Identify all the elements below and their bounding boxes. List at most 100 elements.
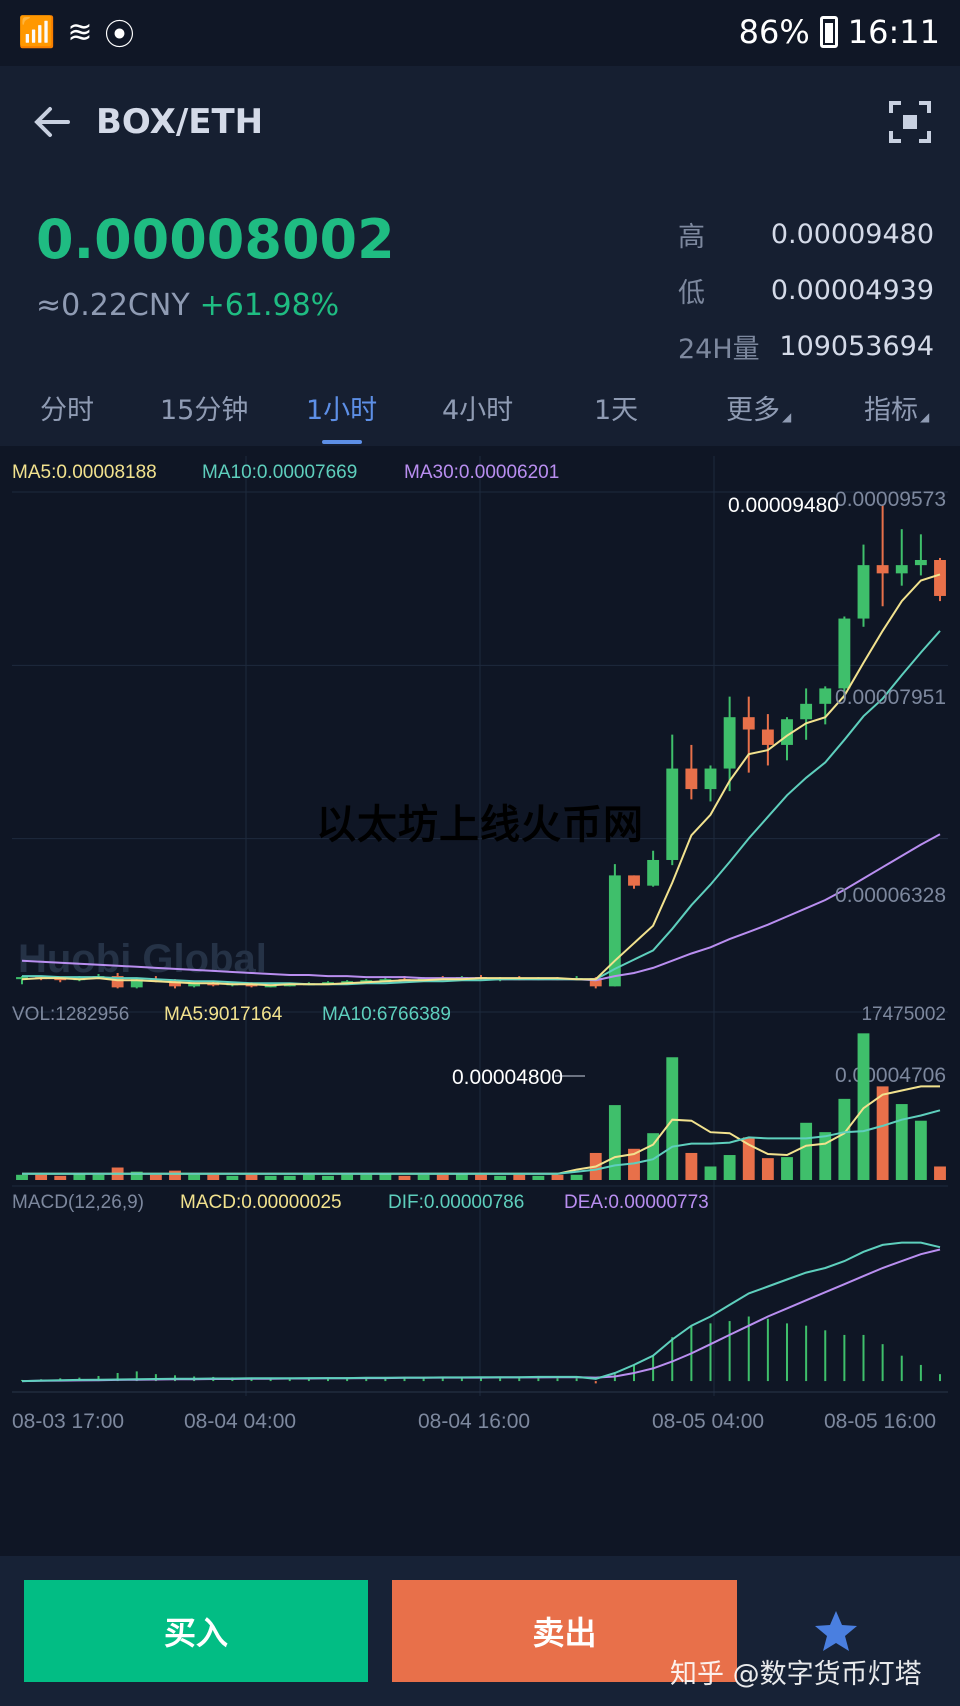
time-axis-label: 08-04 16:00 [418, 1410, 530, 1433]
macd-value-legend: MACD:0.00000025 [180, 1192, 342, 1213]
volume-bar [398, 1175, 411, 1180]
tab-timeline[interactable]: 分时 [40, 388, 94, 427]
status-bar: 📶 ≋ ⦿ 86% 16:11 [0, 0, 960, 66]
back-arrow-icon[interactable] [30, 100, 74, 144]
tab-indicators[interactable]: 指标 ◢ [864, 388, 929, 427]
dea-legend: DEA:0.00000773 [564, 1192, 709, 1213]
candle-body [647, 859, 660, 886]
interval-tabs: 分时 15分钟 1小时 4小时 1天 更多 ◢ 指标 ◢ [0, 368, 960, 446]
candle-body [800, 703, 813, 720]
volume-bar [704, 1166, 717, 1180]
status-icons: 📶 ≋ ⦿ [18, 12, 135, 54]
bottom-bar: 买入 卖出 知乎 @数字货币灯塔 [0, 1556, 960, 1706]
volume-bar [226, 1175, 239, 1180]
candle-body [934, 560, 946, 596]
volume-bar [54, 1175, 67, 1180]
stat-label: 低 [678, 277, 705, 309]
stat-volume: 24H量 109053694 [678, 318, 934, 374]
volume-bar [35, 1174, 48, 1180]
candle-body [685, 768, 698, 790]
battery-icon [819, 16, 838, 48]
volume-bar [781, 1157, 793, 1180]
volume-bar [92, 1174, 105, 1180]
active-tab-indicator [322, 440, 362, 444]
volume-bar [264, 1175, 277, 1180]
favorite-star-icon[interactable] [812, 1608, 860, 1656]
overlay-caption: 以太坊上线火币网 [316, 802, 644, 848]
status-right: 86% 16:11 [739, 12, 940, 52]
volume-bar [876, 1086, 889, 1180]
volume-bar [169, 1170, 181, 1180]
volume-bar [800, 1122, 813, 1180]
volume-bar [322, 1175, 334, 1180]
volume-bar [838, 1098, 851, 1180]
high-price-marker: 0.00009480 [728, 494, 839, 517]
volume-bar [283, 1175, 296, 1180]
stats-panel: 高 0.00009480 低 0.00004939 24H量 109053694 [678, 206, 934, 374]
cny-value: ≈0.22CNY [36, 288, 190, 323]
volume-bar [188, 1174, 201, 1180]
candle-body [857, 565, 870, 619]
clock: 16:11 [847, 13, 940, 51]
volume-bar [570, 1174, 583, 1180]
price-axis-label: 0.00009573 [835, 488, 946, 511]
battery-level: 86% [738, 13, 810, 51]
volume-bar [341, 1174, 354, 1180]
volume-bar [245, 1174, 258, 1180]
pair-title: BOX/ETH [96, 102, 264, 142]
volume-bar [857, 1033, 870, 1180]
price-axis-label: 0.00006328 [835, 884, 946, 907]
volume-max-label: 17475002 [861, 1004, 946, 1025]
price-summary: 0.00008002 ≈0.22CNY +61.98% 高 0.00009480 … [0, 178, 960, 368]
volume-ma10-legend: MA10:6766389 [322, 1004, 451, 1025]
tab-15min[interactable]: 15分钟 [160, 388, 248, 427]
candle-body [628, 875, 640, 886]
chart-watermark: Huobi Global [18, 937, 267, 981]
time-axis-label: 08-03 17:00 [12, 1410, 124, 1433]
volume-bar [16, 1174, 28, 1180]
signal-icon: 📶 [18, 14, 56, 50]
tab-more-label: 更多 [726, 395, 780, 426]
candle-body [819, 688, 832, 704]
ma5-legend: MA5:0.00008188 [12, 462, 157, 483]
volume-bar [685, 1152, 698, 1180]
ma5-line [21, 573, 941, 987]
volume-bar [436, 1174, 449, 1180]
candle-body [761, 729, 774, 745]
kline-chart[interactable]: Huobi Global MA5:0.00008188 MA10:0.0000766… [0, 446, 960, 1520]
volume-bar [934, 1166, 946, 1180]
candle-body [742, 717, 755, 730]
volume-bar [761, 1158, 774, 1180]
tab-4h[interactable]: 4小时 [442, 388, 513, 427]
candle-body [895, 565, 908, 574]
fullscreen-icon[interactable] [888, 100, 932, 144]
candle-body [876, 565, 889, 574]
candle-body [704, 768, 717, 790]
volume-bar [513, 1174, 526, 1180]
volume-bar [608, 1105, 621, 1180]
macd-title: MACD(12,26,9) [12, 1192, 144, 1213]
dif-legend: DIF:0.00000786 [388, 1192, 524, 1213]
hotspot-icon: ⦿ [104, 18, 135, 53]
volume-ma5-legend: MA5:9017164 [164, 1004, 283, 1025]
tab-1d[interactable]: 1天 [594, 388, 638, 427]
time-axis-label: 08-04 04:00 [184, 1410, 296, 1433]
volume-bar [417, 1174, 430, 1180]
dropdown-triangle-icon: ◢ [920, 410, 930, 424]
tab-more[interactable]: 更多 ◢ [726, 388, 791, 427]
volume-bar [207, 1174, 220, 1180]
low-price-marker: 0.00004800 [452, 1066, 563, 1089]
stat-label: 高 [678, 221, 705, 253]
volume-bar [532, 1175, 545, 1180]
volume-bar [819, 1132, 832, 1180]
candle-body [914, 560, 927, 566]
candle-body [723, 717, 736, 769]
tab-indicators-label: 指标 [864, 395, 918, 426]
dea-line [21, 1248, 941, 1383]
buy-button[interactable]: 买入 [24, 1580, 368, 1682]
change-percent: +61.98% [199, 288, 340, 323]
ma30-legend: MA30:0.00006201 [404, 462, 559, 483]
tab-1h[interactable]: 1小时 [306, 388, 377, 427]
candle-body [838, 618, 851, 689]
volume-bar [895, 1104, 908, 1180]
